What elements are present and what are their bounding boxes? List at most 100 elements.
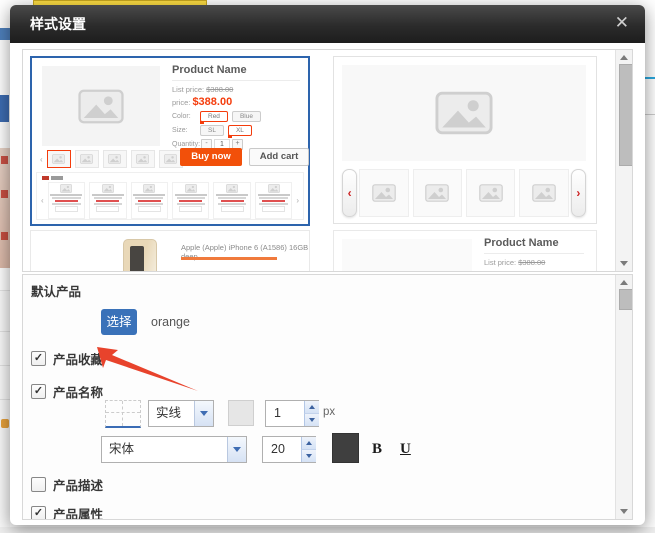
template-card-carousel[interactable]: ‹ › — [333, 56, 597, 224]
scrollbar-up-icon[interactable] — [620, 55, 628, 60]
product-name: Product Name — [484, 237, 584, 254]
image-placeholder-icon — [226, 184, 238, 193]
checkbox-row-favorite: ✓ 产品收藏 — [31, 349, 103, 368]
scrollbar-thumb[interactable] — [619, 289, 633, 310]
color-option-red[interactable]: Red — [200, 111, 228, 122]
prev-arrow-button[interactable]: ‹ — [342, 169, 357, 217]
large-image-placeholder — [342, 65, 586, 161]
attribute-checkbox[interactable]: ✓ — [31, 506, 46, 520]
image-placeholder-icon — [425, 184, 449, 202]
related-product-card — [255, 182, 292, 219]
thumbnail-strip: ‹ › — [342, 169, 586, 217]
product-image-placeholder — [342, 239, 472, 272]
thumbnail[interactable] — [103, 150, 127, 168]
page-background: 样式设置 ✕ Product Name List price: $388.00 … — [0, 0, 655, 533]
thumbnail-carousel: ‹ › — [38, 150, 191, 168]
related-product-card — [213, 182, 250, 219]
product-image-placeholder — [42, 66, 160, 146]
font-family-select[interactable]: 宋体 — [101, 436, 247, 463]
size-options: Size: SL XL — [172, 125, 300, 136]
scrollbar-down-icon[interactable] — [620, 261, 628, 266]
thumbnail-selected[interactable] — [47, 150, 71, 168]
name-label: 产品名称 — [53, 382, 103, 401]
thumbnail[interactable] — [75, 150, 99, 168]
related-product-card — [48, 182, 85, 219]
spinner-up-icon[interactable] — [304, 401, 319, 414]
list-price: List price: $388.00 — [484, 258, 584, 267]
annotation-arrow — [93, 341, 208, 399]
default-product-label: 默认产品 — [31, 281, 81, 300]
checkbox-row-description: 产品描述 — [31, 475, 103, 494]
scrollbar-up-icon[interactable] — [620, 280, 628, 285]
image-placeholder-icon — [268, 184, 280, 193]
image-placeholder-icon — [185, 184, 197, 193]
image-placeholder-icon — [479, 184, 503, 202]
size-option-sl[interactable]: SL — [200, 125, 224, 136]
thumbnail[interactable] — [466, 169, 515, 217]
next-arrow-icon[interactable]: › — [296, 196, 299, 205]
spinner-down-icon[interactable] — [304, 414, 319, 426]
background-blue-bar — [0, 28, 10, 40]
thumbnail[interactable] — [131, 150, 155, 168]
spinner-down-icon[interactable] — [301, 450, 316, 462]
image-placeholder-icon — [52, 154, 65, 164]
favorite-checkbox[interactable]: ✓ — [31, 351, 46, 366]
image-placeholder-icon — [136, 154, 149, 164]
template-card-detail2[interactable]: Product Name List price: $388.00 — [333, 230, 597, 272]
dropdown-arrow-icon[interactable] — [227, 437, 246, 462]
related-product-card — [89, 182, 126, 219]
dropdown-arrow-icon[interactable] — [194, 401, 213, 426]
name-checkbox[interactable]: ✓ — [31, 384, 46, 399]
scrollbar-thumb[interactable] — [619, 64, 633, 166]
thumbnail[interactable] — [359, 169, 408, 217]
color-option-blue[interactable]: Blue — [232, 111, 261, 122]
related-product-card — [131, 182, 168, 219]
template-card-iphone[interactable]: Apple (Apple) iPhone 6 (A1586) 16GB deep — [30, 230, 310, 272]
border-position-picker[interactable] — [105, 400, 141, 428]
border-color-swatch[interactable] — [228, 400, 254, 426]
settings-scrollbar[interactable] — [615, 275, 632, 519]
related-header — [42, 176, 65, 180]
font-size-spinner[interactable]: 20 — [262, 436, 316, 463]
style-settings-dialog: 样式设置 ✕ Product Name List price: $388.00 … — [10, 5, 645, 525]
close-icon[interactable]: ✕ — [615, 5, 629, 41]
list-price: List price: $388.00 — [172, 85, 300, 94]
scrollbar-down-icon[interactable] — [620, 509, 628, 514]
iphone-price-line — [181, 257, 277, 260]
font-color-swatch[interactable] — [332, 433, 359, 463]
thumbnail[interactable] — [519, 169, 568, 217]
add-cart-button[interactable]: Add cart — [249, 148, 309, 166]
checkbox-row-attribute: ✓ 产品属性 — [31, 504, 103, 520]
gallery-scrollbar[interactable] — [615, 50, 632, 271]
spinner-up-icon[interactable] — [301, 437, 316, 450]
background-right-gray-line — [645, 114, 655, 115]
image-placeholder-icon — [102, 184, 114, 193]
iphone-product-photo — [123, 239, 157, 272]
px-unit-label: px — [323, 400, 335, 425]
related-products-strip: ‹ — [36, 172, 304, 220]
product-name: Product Name — [172, 64, 300, 81]
checkbox-row-name: ✓ 产品名称 — [31, 382, 103, 401]
image-placeholder-icon — [143, 184, 155, 193]
prev-arrow-icon[interactable]: ‹ — [40, 155, 43, 164]
image-placeholder-icon — [80, 154, 93, 164]
next-arrow-button[interactable]: › — [571, 169, 586, 217]
prev-arrow-icon[interactable]: ‹ — [41, 196, 44, 205]
underline-button[interactable]: U — [400, 435, 411, 463]
image-placeholder-icon — [164, 154, 177, 164]
buy-now-button[interactable]: Buy now — [180, 148, 242, 166]
image-placeholder-icon — [78, 89, 124, 124]
background-blue-square — [0, 95, 9, 122]
favorite-label: 产品收藏 — [53, 349, 103, 368]
border-style-select[interactable]: 实线 — [148, 400, 214, 427]
thumbnail[interactable] — [413, 169, 462, 217]
select-product-button[interactable]: 选择 — [101, 309, 137, 335]
bold-button[interactable]: B — [372, 435, 382, 463]
template-card-selected[interactable]: Product Name List price: $388.00 price: … — [30, 56, 310, 226]
settings-panel: 默认产品 选择 orange ✓ 产品收藏 ✓ 产品名称 实线 1 — [22, 274, 633, 520]
attribute-label: 产品属性 — [53, 504, 103, 520]
border-width-spinner[interactable]: 1 — [265, 400, 319, 427]
description-checkbox[interactable] — [31, 477, 46, 492]
size-option-xl[interactable]: XL — [228, 125, 252, 136]
background-right-blue-line — [645, 77, 655, 79]
